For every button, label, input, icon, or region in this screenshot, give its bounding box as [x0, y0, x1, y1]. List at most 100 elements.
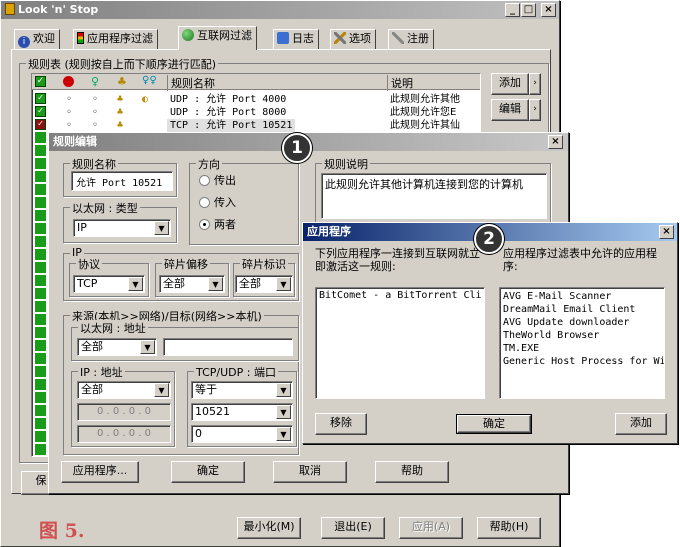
chevron-down-icon: ▼ — [154, 383, 169, 397]
chevron-down-icon: ▼ — [140, 340, 155, 354]
active-apps-label: 下列应用程序一连接到互联网就立即激活这一规则: — [315, 247, 480, 273]
application-title: 应用程序 — [307, 225, 351, 238]
rules-group-label: 规则表 (规则按自上而下顺序进行匹配) — [26, 56, 219, 72]
rule-ok-button[interactable]: 确定 — [171, 461, 245, 483]
app-icon — [5, 3, 15, 15]
tab-welcome[interactable]: i 欢迎 — [14, 29, 60, 49]
log-icon: ♣ — [117, 107, 124, 118]
sound-icon: ◐ — [142, 94, 149, 105]
chevron-down-icon: ▼ — [276, 405, 291, 419]
list-item[interactable]: AVG E-Mail Scanner — [503, 290, 661, 303]
rule-block-dot: ◦ — [66, 94, 73, 105]
add-rule-button[interactable]: 添加 — [491, 73, 529, 95]
fragment-offset-select[interactable]: 全部 ▼ — [159, 275, 225, 293]
app-ok-button[interactable]: 确定 — [456, 414, 532, 434]
alert-header-icon: ♀ — [91, 75, 100, 88]
rule-name-cell: UDP : 允许 Port 8000 — [170, 107, 287, 118]
chevron-down-icon: ▼ — [128, 277, 143, 291]
enabled-header-icon: ✓ — [35, 76, 46, 87]
rule-name-cell: UDP : 允许 Port 4000 — [170, 94, 287, 105]
rule-alert-dot: ◦ — [92, 120, 99, 131]
list-item[interactable]: AVG Update downloader — [503, 316, 661, 329]
edit-rule-arrow-button[interactable]: › — [529, 99, 541, 121]
direction-out-radio[interactable]: 传出 — [199, 174, 236, 187]
rule-desc-cell: 此规则允许其仙 — [390, 120, 460, 131]
add-rule-arrow-button[interactable]: › — [529, 73, 541, 95]
rule-name-input[interactable]: 允许 Port 10521 — [71, 171, 173, 191]
chevron-down-icon: ▼ — [276, 383, 291, 397]
list-item[interactable]: TheWorld Browser — [503, 329, 661, 342]
column-description[interactable]: 说明 — [387, 75, 477, 91]
rule-block-dot: ◦ — [66, 120, 73, 131]
minimize-button[interactable]: 最小化(M) — [237, 517, 301, 539]
chevron-down-icon: ▼ — [208, 277, 223, 291]
globe-icon — [182, 29, 194, 41]
maximize-window-button[interactable]: □ — [521, 3, 536, 17]
edit-rule-button[interactable]: 编辑 — [491, 99, 529, 121]
info-icon: i — [18, 36, 30, 48]
block-header-icon — [63, 76, 74, 87]
help-button[interactable]: 帮助(H) — [477, 517, 541, 539]
register-icon — [392, 32, 404, 44]
step-badge-2: 2 — [474, 224, 504, 254]
ip-address-input-2[interactable]: 0 . 0 . 0 . 0 — [77, 425, 171, 443]
rule-enabled-checkbox[interactable]: ✓ — [35, 93, 46, 104]
chevron-down-icon: ▼ — [276, 277, 291, 291]
ip-address-select[interactable]: 全部 ▼ — [77, 381, 171, 399]
remove-app-button[interactable]: 移除 — [315, 413, 367, 435]
fragment-flag-select[interactable]: 全部 ▼ — [235, 275, 293, 293]
active-apps-list[interactable]: BitComet - a BitTorrent Cli — [315, 287, 485, 399]
port-value-select[interactable]: 10521 ▼ — [191, 403, 293, 421]
rule-editor-close-button[interactable]: × — [548, 135, 563, 149]
list-item[interactable]: DreamMail Email Client — [503, 303, 661, 316]
table-row[interactable]: ✓ ◦ ◦ ♣ ◐ UDP : 允许 Port 4000 此规则允许其他 — [32, 93, 480, 106]
ethernet-address-select[interactable]: 全部 ▼ — [77, 338, 157, 356]
rule-editor-title: 规则编辑 — [53, 135, 97, 148]
log-icon: ♣ — [117, 120, 124, 131]
chevron-down-icon: ▼ — [154, 221, 169, 235]
rule-help-button[interactable]: 帮助 — [375, 461, 449, 483]
ip-address-input-1[interactable]: 0 . 0 . 0 . 0 — [77, 403, 171, 421]
ethernet-address-input[interactable] — [163, 338, 293, 356]
protocol-select[interactable]: TCP ▼ — [73, 275, 145, 293]
tab-options[interactable]: 选项 — [330, 29, 376, 49]
direction-both-radio[interactable]: 两者 — [199, 218, 236, 231]
table-row[interactable]: ✓ ◦ ◦ ♣ TCP : 允许 Port 10521 此规则允许其仙 — [32, 119, 480, 132]
applications-button[interactable]: 应用程序... — [61, 461, 139, 483]
rule-description-input[interactable]: 此规则允许其他计算机连接到您的计算机 — [321, 173, 547, 219]
tab-register[interactable]: 注册 — [388, 29, 434, 49]
add-app-button[interactable]: 添加 — [615, 413, 667, 435]
port-value2-select[interactable]: 0 ▼ — [191, 425, 293, 443]
application-close-button[interactable]: × — [659, 225, 674, 239]
rule-cancel-button[interactable]: 取消 — [273, 461, 347, 483]
step-badge-1: 1 — [282, 133, 312, 163]
sound-header-icon: ♀♀ — [142, 75, 157, 86]
tab-app-filter[interactable]: 应用程序过滤 — [73, 29, 158, 49]
exit-button[interactable]: 退出(E) — [321, 517, 385, 539]
table-row[interactable]: ✓ ◦ ◦ ♣ UDP : 允许 Port 8000 此规则允许您E — [32, 106, 480, 119]
port-operator-select[interactable]: 等于 ▼ — [191, 381, 293, 399]
main-title: Look 'n' Stop — [18, 3, 99, 16]
log-header-icon: ♣ — [117, 75, 127, 88]
apply-button[interactable]: 应用(A) — [399, 517, 463, 539]
allowed-apps-list[interactable]: AVG E-Mail Scanner DreamMail Email Clien… — [499, 287, 665, 399]
column-rule-name[interactable]: 规则名称 — [167, 75, 385, 91]
allowed-apps-label: 应用程序过滤表中允许的应用程序: — [503, 247, 657, 273]
rule-alert-dot: ◦ — [92, 94, 99, 105]
list-item[interactable]: Generic Host Process for Wi — [503, 355, 664, 368]
rule-alert-dot: ◦ — [92, 107, 99, 118]
tab-log[interactable]: 日志 — [273, 29, 319, 49]
list-item[interactable]: BitComet - a BitTorrent Cli — [319, 290, 482, 301]
rules-list-header: ✓ ♀ ♣ ♀♀ 规则名称 说明 — [32, 74, 480, 91]
list-item[interactable]: TM.EXE — [503, 342, 661, 355]
minimize-window-button[interactable]: _ — [505, 3, 520, 17]
rule-desc-cell: 此规则允许其他 — [390, 94, 460, 105]
close-window-button[interactable]: × — [541, 3, 556, 17]
tab-internet-filter[interactable]: 互联网过滤 — [178, 26, 257, 50]
rule-enabled-checkbox[interactable]: ✓ — [35, 119, 46, 130]
rule-enabled-checkbox[interactable]: ✓ — [35, 106, 46, 117]
ethernet-type-select[interactable]: IP ▼ — [73, 219, 171, 237]
direction-in-radio[interactable]: 传入 — [199, 196, 236, 209]
chevron-down-icon: ▼ — [276, 427, 291, 441]
main-titlebar: Look 'n' Stop — [1, 1, 559, 19]
